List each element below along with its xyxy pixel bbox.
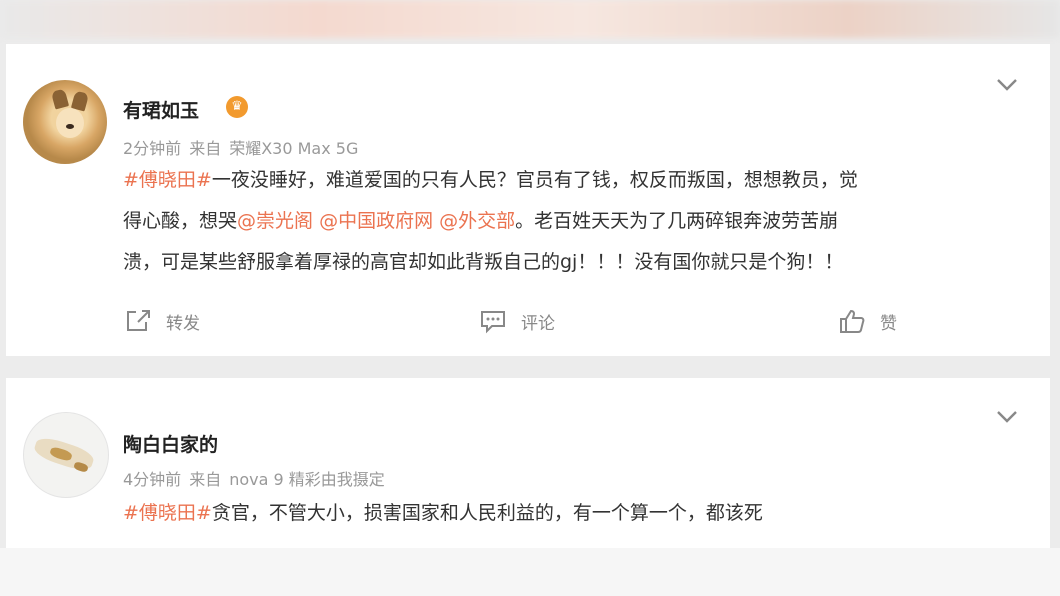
content-line: 得心酸，想哭@崇光阁 @中国政府网 @外交部。老百姓天天为了几两碎银奔波劳苦崩 (123, 201, 1033, 242)
repost-label: 转发 (166, 313, 200, 334)
username[interactable]: 有珺如玉 (123, 96, 199, 123)
post-source[interactable]: nova 9 精彩由我摄定 (229, 470, 385, 489)
post-content: #傅晓田#贪官，不管大小，损害国家和人民利益的，有一个算一个，都该死 (123, 493, 1033, 534)
comment-button[interactable]: 评论 (479, 308, 555, 334)
post-meta: 2分钟前 来自 荣耀X30 Max 5G (123, 135, 366, 159)
source-prefix: 来自 (189, 470, 222, 489)
mention-link[interactable]: @外交部 (439, 210, 515, 232)
content-line: #傅晓田#一夜没睡好，难道爱国的只有人民？官员有了钱，权反而叛国，想想教员，觉 (123, 160, 1033, 201)
action-bar: 转发 评论 赞 (6, 308, 1050, 338)
like-label: 赞 (880, 313, 897, 334)
chevron-down-icon[interactable] (996, 410, 1018, 424)
like-button[interactable]: 赞 (838, 308, 897, 334)
content-text: 一夜没睡好，难道爱国的只有人民？官员有了钱，权反而叛国，想想教员，觉 (211, 169, 858, 191)
share-icon (127, 310, 150, 331)
avatar[interactable] (23, 80, 107, 164)
chevron-down-icon[interactable] (996, 78, 1018, 92)
content-text: 贪官，不管大小，损害国家和人民利益的，有一个算一个，都该死 (211, 502, 763, 524)
comment-label: 评论 (521, 313, 555, 334)
thumbs-up-icon (840, 309, 865, 333)
avatar[interactable] (23, 412, 109, 498)
content-text: 。老百姓天天为了几两碎银奔波劳苦崩 (515, 210, 839, 232)
post-source[interactable]: 荣耀X30 Max 5G (229, 139, 358, 158)
source-prefix: 来自 (189, 139, 222, 158)
username[interactable]: 陶白白家的 (123, 430, 218, 457)
post-card: 陶白白家的 4分钟前 来自 nova 9 精彩由我摄定 #傅晓田#贪官，不管大小，损… (6, 378, 1050, 548)
content-text: 得心酸，想哭 (123, 210, 238, 232)
blurred-footer-strip (0, 548, 1060, 596)
mention-link[interactable]: @崇光阁 (237, 210, 313, 232)
content-line: #傅晓田#贪官，不管大小，损害国家和人民利益的，有一个算一个，都该死 (123, 493, 1033, 534)
post-time: 4分钟前 (123, 470, 182, 489)
crown-badge-icon: ♛ (226, 96, 248, 118)
hashtag-link[interactable]: #傅晓田# (123, 502, 212, 524)
post-time: 2分钟前 (123, 139, 182, 158)
hashtag-link[interactable]: #傅晓田# (123, 169, 212, 191)
post-meta: 4分钟前 来自 nova 9 精彩由我摄定 (123, 466, 393, 490)
post-card: 有珺如玉 ♛ 2分钟前 来自 荣耀X30 Max 5G #傅晓田#一夜没睡好，难道爱… (6, 44, 1050, 356)
repost-button[interactable]: 转发 (124, 308, 200, 334)
content-line: 溃，可是某些舒服拿着厚禄的高官却如此背叛自己的gj！！！没有国你就只是个狗！！ (123, 242, 1033, 283)
post-content: #傅晓田#一夜没睡好，难道爱国的只有人民？官员有了钱，权反而叛国，想想教员，觉 … (123, 160, 1033, 283)
blurred-header-strip (0, 0, 1060, 38)
comment-icon (481, 311, 505, 334)
content-text: 溃，可是某些舒服拿着厚禄的高官却如此背叛自己的gj！！！没有国你就只是个狗！！ (123, 251, 844, 273)
mention-link[interactable]: @中国政府网 (319, 210, 433, 232)
